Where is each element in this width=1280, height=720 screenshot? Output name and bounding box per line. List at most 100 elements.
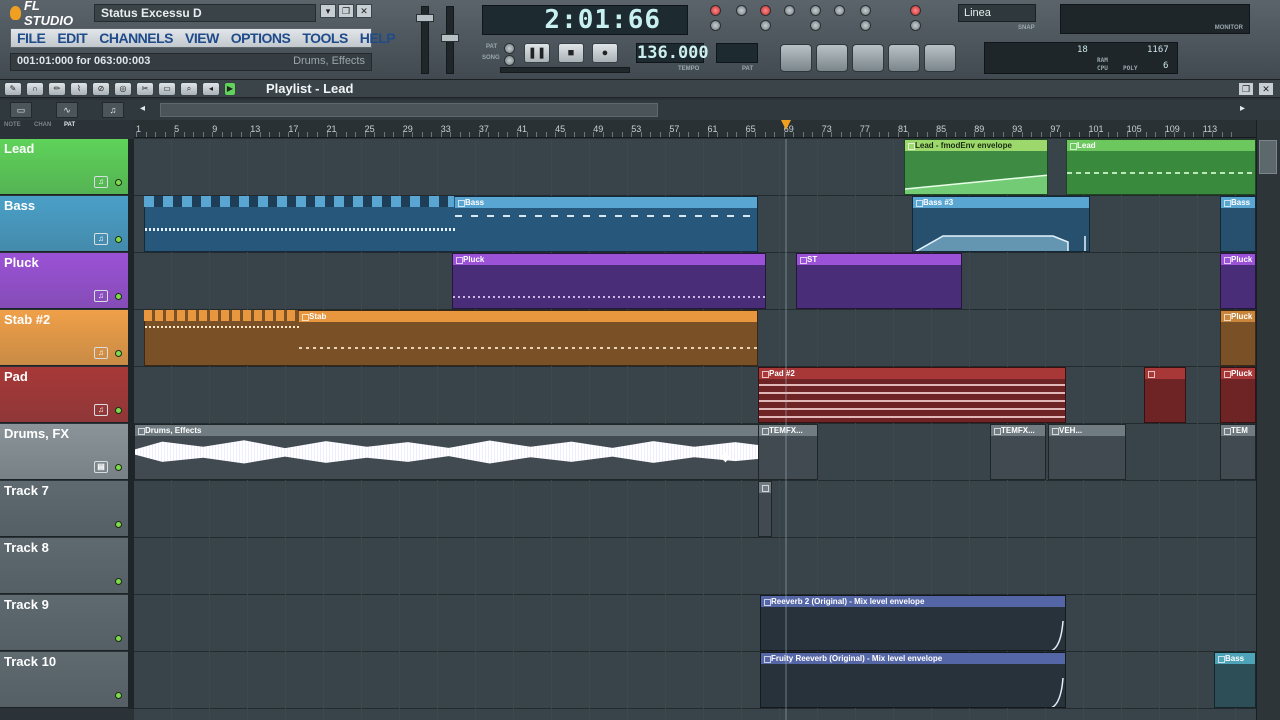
restore-button[interactable]: ❐ [338, 4, 354, 18]
track-instrument-icon[interactable]: ♫ [94, 404, 108, 416]
clip-track7[interactable] [758, 481, 772, 537]
record-button[interactable]: ● [592, 43, 618, 63]
pattern-display[interactable] [716, 43, 758, 63]
clip-reverb-envelope[interactable]: Reeverb 2 (Original) - Mix level envelop… [760, 595, 1066, 651]
speaker-icon[interactable]: ◂ [202, 82, 220, 96]
clip-temfx-2[interactable]: TEMFX... [990, 424, 1046, 480]
zoom-tool-icon[interactable]: ⌕ [180, 82, 198, 96]
clip-lead-envelope[interactable]: Lead - fmodEnv envelope [904, 139, 1048, 195]
cut-led[interactable] [860, 20, 871, 31]
vertical-scrollbar[interactable] [1256, 120, 1280, 720]
slice-tool-icon[interactable]: ✂ [136, 82, 154, 96]
track-header[interactable]: Track 7 [0, 481, 128, 537]
track-header[interactable]: Track 8 [0, 538, 128, 594]
play-arrow-icon[interactable]: ▶ [224, 82, 236, 96]
clip-pluck-edge[interactable]: Pluck [1220, 253, 1256, 309]
menu-tools[interactable]: TOOLS [296, 30, 353, 46]
clip-stab-edge[interactable]: Pluck [1220, 310, 1256, 366]
timeline-ruler[interactable]: 1 5 9 13 17 21 25 29 33 37 41 45 49 53 57 61 65 69 73 77 81 8… [134, 120, 1256, 138]
scroll-right-icon[interactable]: ▸ [1240, 103, 1245, 114]
pause-button[interactable]: ❚❚ [524, 43, 550, 63]
track-header[interactable]: Pluck ♫ [0, 253, 128, 309]
menu-options[interactable]: OPTIONS [225, 30, 297, 46]
song-time-display[interactable]: 2:01:66 [482, 5, 688, 35]
minimize-button[interactable]: ▾ [320, 4, 336, 18]
clip-bass-envelope-edge[interactable]: Bass [1214, 652, 1256, 708]
track-mute-led[interactable] [115, 578, 122, 585]
clip-fruity-reverb-envelope[interactable]: Fruity Reeverb (Original) - Mix level en… [760, 652, 1066, 708]
clip-pad-edge[interactable]: Pluck [1220, 367, 1256, 423]
playlist-button[interactable] [780, 44, 812, 72]
scroll-left-icon[interactable]: ◂ [140, 103, 145, 114]
track-mute-led[interactable] [115, 293, 122, 300]
clip-pluck[interactable]: Pluck [452, 253, 766, 309]
clip-temfx-1[interactable]: TEMFX... [758, 424, 818, 480]
playlist-detach-button[interactable]: ❐ [1238, 82, 1254, 96]
track-header[interactable]: Bass ♫ [0, 196, 128, 252]
mode-pat[interactable]: PAT [64, 122, 75, 128]
pat-mode-radio[interactable] [504, 43, 515, 54]
track-instrument-icon[interactable]: ♫ [94, 290, 108, 302]
typing-keyboard-led[interactable] [736, 5, 747, 16]
clip-st[interactable]: ST [796, 253, 962, 309]
track-mute-led[interactable] [115, 464, 122, 471]
track-instrument-icon[interactable]: ♫ [94, 233, 108, 245]
step-sequencer-button[interactable] [816, 44, 848, 72]
piano-roll-button[interactable] [852, 44, 884, 72]
metronome-led[interactable] [710, 5, 721, 16]
menu-edit[interactable]: EDIT [51, 30, 93, 46]
track-instrument-icon[interactable]: ♫ [94, 347, 108, 359]
wait-led[interactable] [710, 20, 721, 31]
song-mode-radio[interactable] [504, 55, 515, 66]
track-instrument-icon[interactable]: ♫ [94, 176, 108, 188]
tempo-display[interactable]: 136.000 [636, 43, 709, 63]
stop-button[interactable]: ■ [558, 43, 584, 63]
mute-tool-icon[interactable]: ◎ [114, 82, 132, 96]
menu-file[interactable]: FILE [11, 30, 51, 46]
blend-notes-led[interactable] [834, 5, 845, 16]
delete-tool-icon[interactable]: ⊘ [92, 82, 110, 96]
record-wait-led[interactable] [760, 5, 771, 16]
step-edit-led[interactable] [810, 5, 821, 16]
menu-help[interactable]: HELP [354, 30, 401, 46]
mode-note[interactable]: NOTE [4, 122, 21, 128]
track-mute-led[interactable] [115, 350, 122, 357]
draw-tool-icon[interactable]: ✎ [4, 82, 22, 96]
countdown-led[interactable] [784, 5, 795, 16]
vertical-scrollbar-thumb[interactable] [1259, 140, 1277, 174]
track-mute-led[interactable] [115, 236, 122, 243]
pencil-tool-icon[interactable]: ✏ [48, 82, 66, 96]
clip-pad-small[interactable] [1144, 367, 1186, 423]
clip-veh[interactable]: VEH... [1048, 424, 1126, 480]
automation-view-tab[interactable]: ∿ [56, 102, 78, 118]
magnet-icon[interactable]: ∩ [26, 82, 44, 96]
clip-bass-3[interactable]: Bass #3 [912, 196, 1090, 252]
track-mute-led[interactable] [115, 692, 122, 699]
track-instrument-icon[interactable]: ▤ [94, 461, 108, 473]
scrollbar-thumb[interactable] [160, 103, 658, 117]
multilink-led[interactable] [910, 5, 921, 16]
track-mute-led[interactable] [115, 521, 122, 528]
menu-channels[interactable]: CHANNELS [93, 30, 179, 46]
browser-button[interactable] [888, 44, 920, 72]
channel-view-tab[interactable]: ▭ [10, 102, 32, 118]
track-header[interactable]: Stab #2 ♫ [0, 310, 128, 366]
paint-tool-icon[interactable]: ⌇ [70, 82, 88, 96]
note-view-tab[interactable]: ♫ [102, 102, 124, 118]
clip-lead-2[interactable]: Lead [1066, 139, 1256, 195]
menu-view[interactable]: VIEW [179, 30, 225, 46]
mixer-button[interactable] [924, 44, 956, 72]
snap-select[interactable]: Linea [958, 4, 1036, 22]
position-slider[interactable] [500, 67, 630, 73]
snap-led[interactable] [910, 20, 921, 31]
track-header[interactable]: Pad ♫ [0, 367, 128, 423]
select-tool-icon[interactable]: ▭ [158, 82, 176, 96]
mode-chan[interactable]: CHAN [34, 122, 51, 128]
playlist-title[interactable]: Playlist - Lead [266, 80, 353, 98]
track-mute-led[interactable] [115, 635, 122, 642]
track-header[interactable]: Lead ♫ [0, 139, 128, 195]
clip-tem[interactable]: TEM [1220, 424, 1256, 480]
track-mute-led[interactable] [115, 407, 122, 414]
master-volume-knob[interactable] [416, 14, 434, 22]
clip-bass-edge[interactable]: Bass [1220, 196, 1256, 252]
